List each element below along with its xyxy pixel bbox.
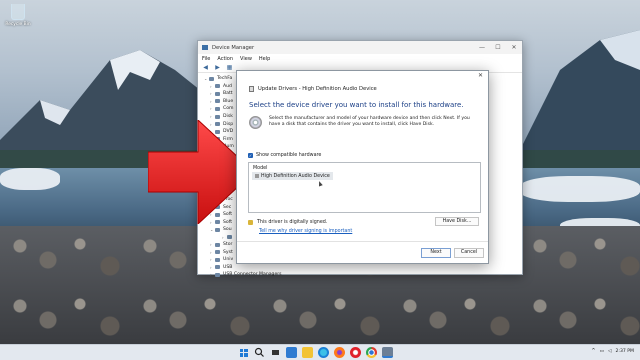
device-manager-icon bbox=[202, 45, 208, 50]
recycle-bin-shortcut[interactable]: Recycle Bin bbox=[4, 4, 32, 27]
device-category-icon bbox=[215, 257, 220, 262]
device-category-icon bbox=[215, 84, 220, 89]
tree-item-label: USB bbox=[223, 264, 233, 270]
device-category-icon bbox=[227, 235, 232, 240]
file-explorer-icon[interactable] bbox=[302, 347, 313, 358]
signed-text: This driver is digitally signed. bbox=[257, 220, 328, 225]
taskbar: ^ ▭ ◁ 2:37 PM bbox=[0, 344, 640, 360]
mouse-cursor-icon bbox=[317, 180, 323, 187]
clock[interactable]: 2:37 PM bbox=[615, 349, 634, 354]
menu-view[interactable]: View bbox=[240, 56, 252, 62]
search-icon[interactable] bbox=[254, 347, 265, 358]
recycle-bin-icon bbox=[11, 4, 25, 20]
cancel-button[interactable]: Cancel bbox=[454, 248, 484, 258]
tree-item-label: TechFa bbox=[217, 76, 233, 82]
volume-icon[interactable]: ◁ bbox=[608, 349, 612, 354]
opera-icon[interactable] bbox=[350, 347, 361, 358]
dialog-heading: Select the device driver you want to ins… bbox=[249, 101, 464, 109]
network-icon[interactable]: ▭ bbox=[600, 349, 604, 354]
menu-file[interactable]: File bbox=[202, 56, 210, 62]
device-category-icon bbox=[215, 114, 220, 119]
firefox-icon[interactable] bbox=[334, 347, 345, 358]
back-arrow-icon[interactable]: ◀ bbox=[202, 64, 209, 71]
tree-item-label: USB Connector Managers bbox=[223, 272, 282, 278]
tree-item-label: Aud bbox=[223, 83, 232, 89]
device-category-icon bbox=[215, 265, 220, 270]
dialog-close-button[interactable]: ✕ bbox=[478, 72, 483, 79]
driver-signing-link[interactable]: Tell me why driver signing is important bbox=[259, 229, 352, 234]
tree-item-label: Syst bbox=[223, 249, 233, 255]
device-category-icon bbox=[215, 99, 220, 104]
forward-arrow-icon[interactable]: ▶ bbox=[214, 64, 221, 71]
model-list[interactable]: Model High Definition Audio Device bbox=[248, 162, 481, 213]
device-category-icon bbox=[215, 106, 220, 111]
device-category-icon bbox=[215, 91, 220, 96]
update-drivers-dialog[interactable]: ✕ Update Drivers - High Definition Audio… bbox=[236, 70, 489, 264]
close-button[interactable]: ✕ bbox=[506, 44, 522, 51]
checkbox-checked-icon[interactable]: ✓ bbox=[248, 153, 253, 158]
divider bbox=[237, 241, 488, 242]
taskbar-apps bbox=[238, 347, 393, 358]
device-manager-icon[interactable] bbox=[382, 347, 393, 358]
recycle-bin-label: Recycle Bin bbox=[5, 22, 31, 27]
tree-item-label: Univ bbox=[223, 257, 234, 263]
menu-action[interactable]: Action bbox=[217, 56, 233, 62]
disc-icon bbox=[249, 116, 262, 129]
menu-bar: File Action View Help bbox=[198, 54, 522, 63]
tree-item-label: Com bbox=[223, 106, 234, 112]
audio-device-icon bbox=[255, 174, 259, 178]
device-category-icon bbox=[215, 250, 220, 255]
maximize-button[interactable]: ☐ bbox=[490, 44, 506, 51]
device-category-icon bbox=[215, 227, 220, 232]
device-manager-titlebar[interactable]: Device Manager — ☐ ✕ bbox=[198, 41, 522, 54]
minimize-button[interactable]: — bbox=[474, 44, 490, 51]
device-category-icon bbox=[215, 242, 220, 247]
show-compatible-label: Show compatible hardware bbox=[256, 153, 322, 158]
tree-item[interactable]: › USB Connector Managers bbox=[210, 271, 522, 279]
show-compatible-checkbox[interactable]: ✓ Show compatible hardware bbox=[248, 153, 321, 158]
system-tray: ^ ▭ ◁ 2:37 PM bbox=[591, 348, 634, 354]
tree-item-label: Sou bbox=[223, 227, 232, 233]
model-column-header: Model bbox=[253, 166, 268, 171]
device-category-icon bbox=[215, 272, 220, 277]
device-category-icon bbox=[209, 76, 214, 81]
tree-item[interactable]: › USB bbox=[210, 264, 522, 272]
tree-item-label: Disk bbox=[223, 114, 233, 119]
dialog-header: Update Drivers - High Definition Audio D… bbox=[258, 86, 377, 92]
tree-item-label: Blue bbox=[223, 98, 234, 104]
start-icon[interactable] bbox=[238, 347, 249, 358]
widgets-icon[interactable] bbox=[286, 347, 297, 358]
next-button[interactable]: Next bbox=[421, 248, 451, 258]
model-list-item[interactable]: High Definition Audio Device bbox=[252, 172, 333, 180]
dialog-description: Select the manufacturer and model of you… bbox=[269, 116, 470, 127]
tree-item-label: Stor bbox=[223, 242, 233, 248]
have-disk-button[interactable]: Have Disk... bbox=[435, 217, 479, 226]
chevron-up-icon[interactable]: ^ bbox=[591, 348, 595, 354]
task-view-icon[interactable] bbox=[270, 347, 281, 358]
model-name: High Definition Audio Device bbox=[261, 173, 330, 179]
menu-help[interactable]: Help bbox=[259, 56, 270, 62]
audio-device-icon bbox=[249, 86, 254, 92]
signed-status: This driver is digitally signed. bbox=[248, 220, 327, 225]
edge-icon[interactable] bbox=[318, 347, 329, 358]
tree-item-label: Batt bbox=[223, 91, 233, 97]
properties-icon[interactable]: ▦ bbox=[226, 64, 233, 71]
chrome-icon[interactable] bbox=[366, 347, 377, 358]
window-title: Device Manager bbox=[212, 44, 255, 51]
signed-shield-icon bbox=[248, 220, 253, 225]
